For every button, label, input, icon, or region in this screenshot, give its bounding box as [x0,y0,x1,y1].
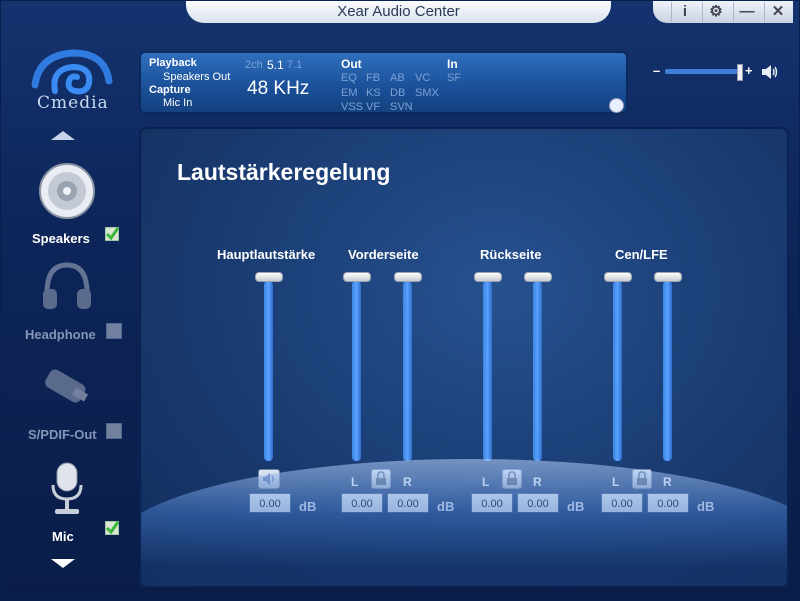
device-speakers[interactable]: Speakers [1,163,129,259]
rear-left-db-field[interactable]: 0.00 [471,493,513,513]
rear-left-slider-track[interactable] [483,281,492,461]
rear-right-slider-thumb[interactable] [524,272,552,282]
playback-label: Playback [149,57,197,69]
in-label: In [447,57,458,71]
effect-ab: AB [390,72,405,84]
speakers-check-icon[interactable] [105,227,119,241]
title-bar: Xear Audio Center [186,1,611,23]
master-volume-track[interactable] [665,69,743,74]
page-title: Lautstärkeregelung [177,159,391,185]
volume-panel: Lautstärkeregelung Hauptlautstärke 0.00 … [139,127,789,588]
front-lock-icon[interactable] [371,469,391,489]
rear-right-slider-track[interactable] [533,281,542,461]
front-right-label: R [403,475,412,489]
master-db-field[interactable]: 0.00 [249,493,291,513]
status-panel: Playback Speakers Out Capture Mic In 2ch… [139,51,628,114]
capture-label: Capture [149,84,191,96]
master-slider-thumb[interactable] [255,272,283,282]
effect-sf: SF [447,72,462,84]
device-label-headphone: Headphone [25,327,96,342]
effect-em: EM [341,87,358,99]
device-mic[interactable]: Mic [1,461,129,557]
window-controls: i ⚙ — ✕ [653,1,793,23]
rear-right-db-field[interactable]: 0.00 [517,493,559,513]
center-label: L [612,475,620,489]
headphone-checkbox[interactable] [106,323,122,339]
microphone-icon [51,462,83,514]
window-title: Xear Audio Center [337,3,460,20]
effect-fb: FB [366,72,381,84]
settings-button[interactable]: ⚙ [702,2,729,22]
capture-device: Mic In [163,97,193,109]
front-left-slider-track[interactable] [352,281,361,461]
lfe-db-field[interactable]: 0.00 [647,493,689,513]
channels-71: 7.1 [287,59,303,71]
spdif-checkbox[interactable] [106,423,122,439]
rear-db-unit: dB [567,499,585,514]
device-sidebar: Cmedia Speakers Headphone S/PDIF-Out Mic [1,31,129,601]
effect-svn: SVN [390,101,413,113]
group-label-center-lfe: Cen/LFE [615,247,668,262]
channels-2ch: 2ch [245,59,263,71]
front-right-db-field[interactable]: 0.00 [387,493,429,513]
effect-ks: KS [366,87,381,99]
rear-lock-icon[interactable] [502,469,522,489]
close-button[interactable]: ✕ [764,2,791,22]
speaker-icon [39,163,95,219]
lfe-label: R [663,475,672,489]
lfe-slider-track[interactable] [663,281,672,461]
master-db-unit: dB [299,499,317,514]
center-db-field[interactable]: 0.00 [601,493,643,513]
center-slider-track[interactable] [613,281,622,461]
effect-smx: SMX [415,87,439,99]
center-lfe-lock-icon[interactable] [632,469,652,489]
refresh-icon[interactable] [609,98,624,113]
front-right-slider-track[interactable] [403,281,412,461]
volume-plus[interactable]: + [745,63,753,78]
center-slider-thumb[interactable] [604,272,632,282]
effect-vss: VSS [341,101,364,113]
rear-left-label: L [482,475,490,489]
playback-device: Speakers Out [163,71,231,83]
logo-text: Cmedia [37,93,109,113]
out-label: Out [341,57,362,71]
master-volume-control: – + [651,63,781,81]
rear-right-label: R [533,475,542,489]
scroll-up-arrow-icon[interactable] [51,131,75,140]
effect-vc: VC [415,72,431,84]
mute-speaker-icon[interactable] [258,469,280,489]
minimize-button[interactable]: — [733,2,760,22]
spdif-connector-icon [45,369,89,403]
group-label-front: Vorderseite [348,247,419,262]
headphone-icon [43,262,91,309]
front-left-db-field[interactable]: 0.00 [341,493,383,513]
device-spdif-out[interactable]: S/PDIF-Out [1,359,129,455]
group-label-master: Hauptlautstärke [217,247,316,262]
speaker-volume-icon[interactable] [761,64,779,80]
center-lfe-db-unit: dB [697,499,715,514]
device-label-speakers: Speakers [32,231,90,246]
front-left-label: L [351,475,359,489]
scroll-down-arrow-icon[interactable] [51,559,75,568]
volume-minus[interactable]: – [653,63,660,78]
channels-value: 5.1 [267,58,284,72]
mic-check-icon[interactable] [105,521,119,535]
rear-left-slider-thumb[interactable] [474,272,502,282]
front-db-unit: dB [437,499,455,514]
master-volume-thumb[interactable] [737,64,743,81]
info-button[interactable]: i [671,2,698,22]
effect-vf: VF [366,101,381,113]
front-left-slider-thumb[interactable] [343,272,371,282]
sample-rate: 48 KHz [247,78,310,99]
effect-eq: EQ [341,72,357,84]
device-headphone[interactable]: Headphone [1,259,129,355]
effect-db: DB [390,87,406,99]
front-right-slider-thumb[interactable] [394,272,422,282]
app-window: Xear Audio Center i ⚙ — ✕ Cmedia Speaker… [0,0,800,600]
master-slider-track[interactable] [264,281,273,461]
device-label-mic: Mic [52,529,74,544]
group-label-rear: Rückseite [480,247,542,262]
lfe-slider-thumb[interactable] [654,272,682,282]
device-label-spdif: S/PDIF-Out [28,427,97,442]
